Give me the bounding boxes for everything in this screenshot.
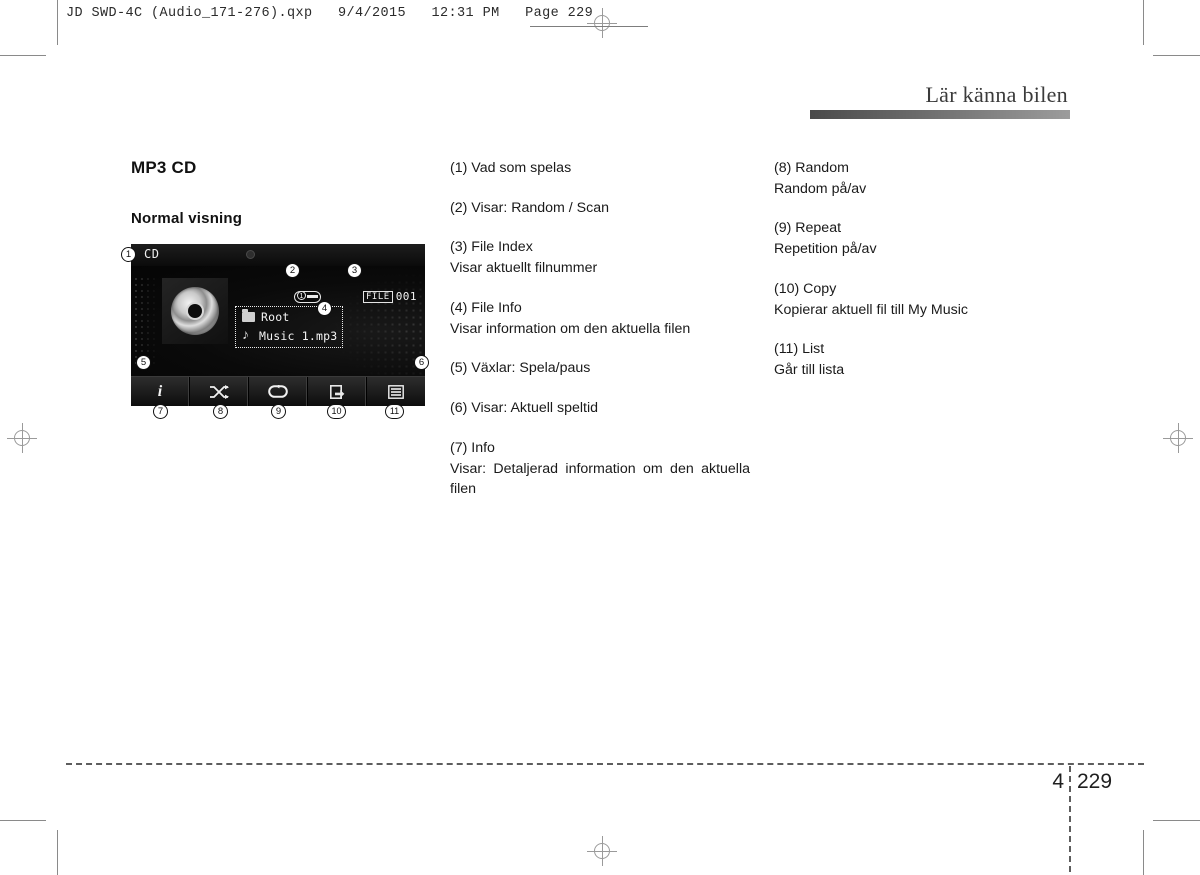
- chapter-title: Lär känna bilen: [925, 82, 1068, 107]
- list-item: (8) Random Random på/av: [774, 158, 1074, 199]
- callout-10: 10: [327, 404, 346, 419]
- random-scan-indicator-icon: 1: [294, 291, 321, 303]
- middle-column: (1) Vad som spelas (2) Visar: Random / S…: [450, 158, 750, 519]
- cd-disc-icon: [171, 287, 219, 335]
- halftone-decoration-right: [333, 272, 425, 376]
- item-heading: (8) Random: [774, 160, 849, 176]
- album-art: [162, 278, 228, 344]
- folder-name: Root: [261, 310, 290, 324]
- section-title: MP3 CD: [131, 158, 197, 177]
- callout-4: 4: [317, 301, 332, 316]
- item-heading: (4) File Info: [450, 299, 522, 316]
- random-badge-number: 1: [297, 291, 306, 300]
- list-item: (9) Repeat Repetition på/av: [774, 218, 1074, 259]
- list-item: (1) Vad som spelas: [450, 158, 750, 179]
- repeat-button[interactable]: [249, 377, 308, 406]
- device-toolbar: i: [131, 376, 425, 406]
- callout-6: 6: [414, 355, 429, 370]
- right-column: (8) Random Random på/av (9) Repeat Repet…: [774, 158, 1074, 400]
- crop-mark-top-left-vertical: [57, 0, 58, 45]
- camera-dot-icon: [246, 250, 255, 259]
- crop-mark-bottom-right-horizontal: [1153, 820, 1200, 821]
- file-number-value: 001: [395, 290, 418, 303]
- track-name: Music 1.mp3: [259, 329, 338, 343]
- crop-mark-top-right-horizontal: [1153, 55, 1200, 56]
- halftone-decoration-left: [133, 276, 159, 368]
- info-button[interactable]: i: [131, 377, 190, 406]
- item-body: Random på/av: [774, 180, 867, 197]
- copy-button[interactable]: [308, 377, 367, 406]
- callout-11: 11: [385, 404, 404, 419]
- list-icon: [388, 384, 404, 399]
- item-body: Kopierar aktuell fil till My Music: [774, 301, 968, 318]
- item-heading: (11) List: [774, 341, 825, 358]
- print-header-text: JD SWD-4C (Audio_171-276).qxp 9/4/2015 1…: [66, 6, 594, 21]
- file-index-indicator: FILE 001: [363, 290, 417, 303]
- callout-9: 9: [271, 404, 286, 419]
- item-body: Visar aktuellt filnummer: [450, 260, 598, 277]
- device-main-area: 1 FILE 001 Root Music 1.mp3: [131, 266, 425, 388]
- info-icon: i: [157, 382, 163, 400]
- list-item: (6) Visar: Aktuell speltid: [450, 398, 750, 419]
- print-header-rule: [530, 26, 648, 27]
- item-heading: (2) Visar: Random / Scan: [450, 199, 610, 216]
- copy-icon: [330, 384, 345, 399]
- list-item: (3) File Index Visar aktuellt filnummer: [450, 237, 750, 278]
- callout-8: 8: [213, 404, 228, 419]
- registration-mark-bottom-center: [587, 836, 617, 866]
- chapter-accent-bar: [810, 110, 1070, 119]
- device-status-bar: CD: [131, 244, 425, 266]
- manual-page: JD SWD-4C (Audio_171-276).qxp 9/4/2015 1…: [0, 0, 1200, 875]
- audio-head-unit-screenshot: CD 1 FILE 001 Root ♪ Music 1.mp3 i: [131, 244, 425, 406]
- item-body: Visar: Detaljerad information om den akt…: [450, 460, 750, 498]
- footer-divider: [1069, 766, 1071, 872]
- crop-mark-top-left-horizontal: [0, 55, 46, 56]
- list-item: (7) Info Visar: Detaljerad information o…: [450, 438, 750, 500]
- folder-row: Root: [242, 309, 290, 324]
- music-note-icon: [242, 326, 253, 342]
- item-heading: (10) Copy: [774, 280, 837, 297]
- callout-7: 7: [153, 404, 168, 419]
- item-heading: (9) Repeat: [774, 220, 842, 237]
- left-column: MP3 CD Normal visning: [131, 158, 431, 227]
- item-heading: (6) Visar: Aktuell speltid: [450, 400, 598, 417]
- crop-mark-bottom-left-vertical: [57, 830, 58, 875]
- item-heading: (1) Vad som spelas: [450, 160, 572, 176]
- footer-page-number: 229: [1077, 770, 1113, 793]
- random-badge-bar: [307, 295, 318, 298]
- callout-1: 1: [121, 247, 136, 262]
- item-heading: (7) Info: [450, 439, 495, 456]
- repeat-icon: [268, 385, 288, 398]
- callout-3: 3: [347, 263, 362, 278]
- file-tag-label: FILE: [363, 290, 393, 303]
- item-body: Visar information om den aktuella filen: [450, 320, 691, 337]
- item-body: Går till lista: [774, 362, 845, 379]
- list-item: (4) File Info Visar information om den a…: [450, 298, 750, 339]
- list-item: (5) Växlar: Spela/paus: [450, 358, 750, 379]
- item-heading: (3) File Index: [450, 239, 533, 256]
- footer-chapter-number: 4: [1052, 770, 1064, 793]
- list-item: (11) List Går till lista: [774, 339, 1074, 380]
- random-button[interactable]: [190, 377, 249, 406]
- registration-mark-left-middle: [7, 423, 37, 453]
- item-body: Repetition på/av: [774, 241, 877, 258]
- registration-mark-right-middle: [1163, 423, 1193, 453]
- callout-5: 5: [136, 355, 151, 370]
- source-label: CD: [144, 247, 160, 261]
- callout-2: 2: [285, 263, 300, 278]
- folder-icon: [242, 309, 255, 322]
- list-button[interactable]: [367, 377, 425, 406]
- sub-section-title: Normal visning: [131, 210, 243, 227]
- footer-rule: [66, 763, 1144, 765]
- crop-mark-bottom-right-vertical: [1143, 830, 1144, 875]
- track-row: Music 1.mp3: [242, 326, 338, 343]
- shuffle-icon: [210, 384, 229, 399]
- crop-mark-top-right-vertical: [1143, 0, 1144, 45]
- list-item: (2) Visar: Random / Scan: [450, 198, 750, 219]
- item-heading: (5) Växlar: Spela/paus: [450, 360, 591, 377]
- crop-mark-bottom-left-horizontal: [0, 820, 46, 821]
- list-item: (10) Copy Kopierar aktuell fil till My M…: [774, 279, 1074, 320]
